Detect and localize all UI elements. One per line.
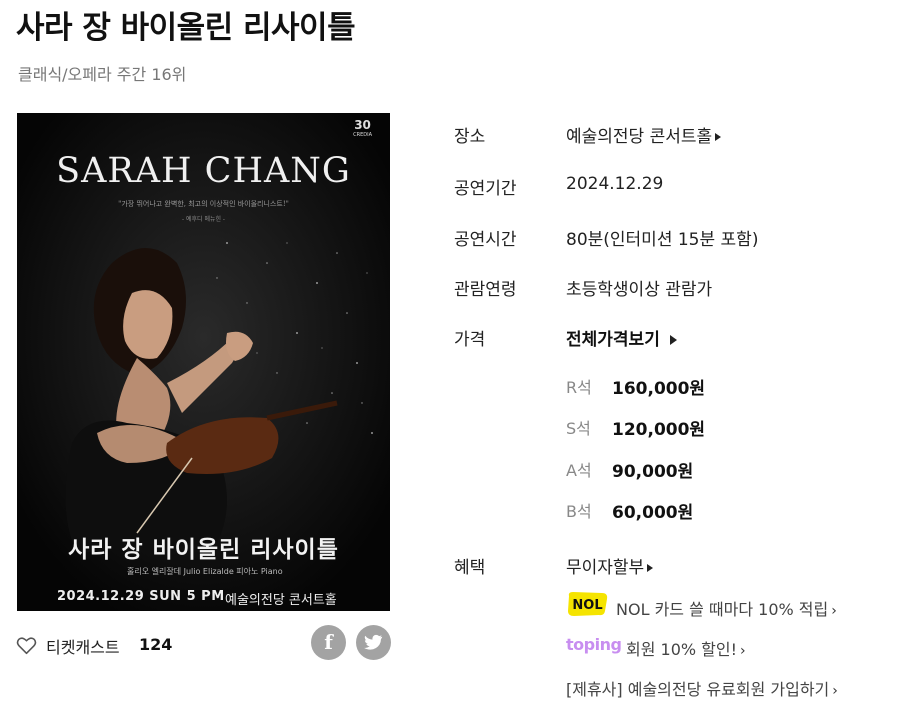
age-label: 관람연령: [454, 280, 517, 300]
interest-free-link[interactable]: 무이자할부: [566, 553, 654, 578]
poster-venue: 예술의전당 콘서트홀: [225, 593, 337, 608]
twitter-icon: [364, 634, 383, 650]
facebook-share-button[interactable]: f: [311, 625, 346, 660]
credia-logo: 30 CREDIA: [353, 118, 372, 138]
venue-label: 장소: [454, 127, 486, 147]
svg-text:NOL: NOL: [572, 598, 602, 613]
runtime-label: 공연시간: [454, 230, 517, 250]
price-label: 가격: [454, 330, 486, 350]
period-value: 2024.12.29: [566, 174, 664, 194]
chevron-right-icon: ›: [832, 683, 838, 699]
ticketcast-label[interactable]: 티켓캐스트: [46, 634, 120, 658]
chevron-right-icon: ›: [740, 643, 746, 659]
triangle-right-icon: [647, 564, 654, 572]
runtime-value: 80분(인터미션 15분 포함): [566, 230, 759, 250]
ticketcast-count: 124: [139, 635, 173, 654]
age-value: 초등학생이상 관람가: [566, 280, 713, 300]
nol-card-benefit-link[interactable]: NOL 카드 쓸 때마다 10% 적립 ›: [616, 596, 837, 620]
seat-grade: S석: [566, 419, 591, 438]
facebook-icon: f: [324, 630, 333, 654]
poster-performers: 훌리오 엘리잘데 Julio Elizalde 피아노 Piano: [127, 567, 283, 576]
seat-price: 160,000원: [612, 379, 706, 399]
ranking-text[interactable]: 클래식/오페라 주간 16위: [18, 61, 186, 85]
seat-price: 60,000원: [612, 503, 694, 523]
view-all-prices-link[interactable]: 전체가격보기: [566, 325, 677, 350]
chevron-right-icon: ›: [831, 603, 837, 619]
seat-grade: B석: [566, 502, 592, 521]
seat-price: 120,000원: [612, 420, 706, 440]
partner-signup-link[interactable]: [제휴사] 예술의전당 유료회원 가입하기 ›: [566, 676, 838, 700]
twitter-share-button[interactable]: [356, 625, 391, 660]
period-label: 공연기간: [454, 179, 517, 199]
poster-date-time: 2024.12.29 SUN 5 PM: [57, 589, 225, 604]
benefit-label: 혜택: [454, 558, 486, 578]
poster-korean-title: 사라 장 바이올린 리사이틀: [68, 537, 339, 563]
poster-quote-source: - 예후디 메뉴힌 -: [182, 216, 225, 223]
triangle-right-icon: [669, 335, 677, 345]
seat-price: 90,000원: [612, 462, 694, 482]
triangle-right-icon: [715, 133, 722, 141]
heart-icon[interactable]: [16, 636, 37, 655]
page-title: 사라 장 바이올린 리사이틀: [16, 10, 356, 46]
seat-grade: R석: [566, 378, 592, 397]
toping-benefit-link[interactable]: 회원 10% 할인! ›: [626, 636, 746, 660]
poster-quote: "가장 뛰어나고 완벽한, 최고의 이상적인 바이올리니스트!": [118, 200, 289, 208]
nol-logo: NOL: [568, 592, 608, 616]
poster-image: 30 CREDIA SARAH CHANG "가장 뛰어나고 완벽한, 최고의 이…: [17, 113, 390, 611]
venue-link[interactable]: 예술의전당 콘서트홀: [566, 122, 722, 147]
toping-logo: toping: [566, 635, 622, 654]
seat-grade: A석: [566, 461, 592, 480]
poster-artist-name: SARAH CHANG: [56, 151, 351, 191]
